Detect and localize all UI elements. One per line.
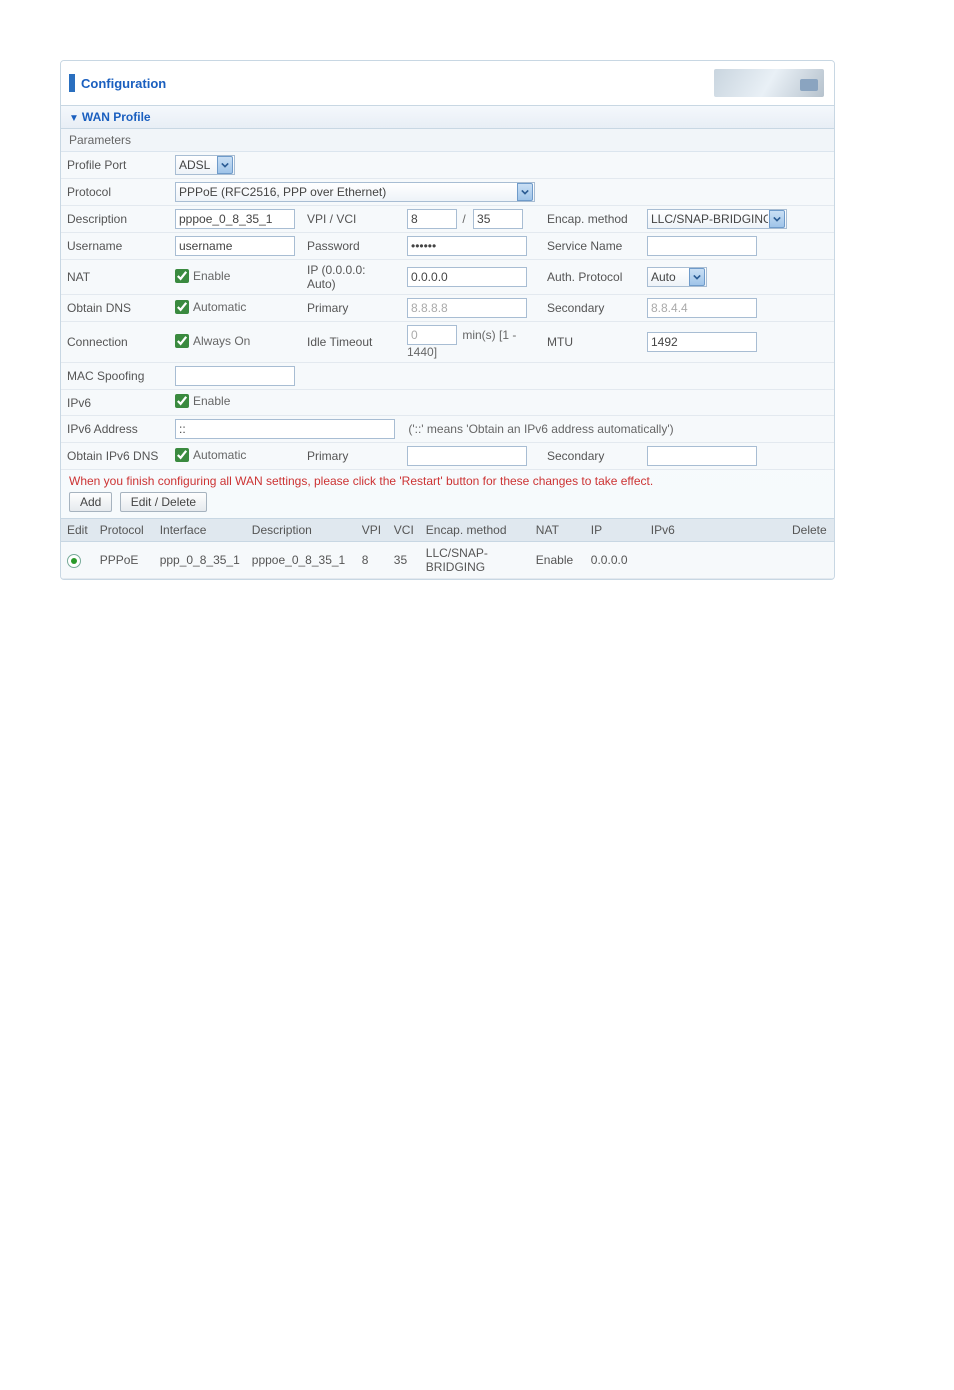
th-description: Description	[246, 519, 356, 542]
password-input[interactable]	[407, 236, 527, 256]
always-on-text: Always On	[193, 334, 250, 348]
ipv6-secondary-input[interactable]	[647, 446, 757, 466]
th-nat: NAT	[530, 519, 585, 542]
auth-protocol-select[interactable]: Auto	[647, 267, 707, 287]
label-connection: Connection	[61, 322, 169, 363]
username-input[interactable]	[175, 236, 295, 256]
th-delete: Delete	[786, 519, 834, 542]
label-service-name: Service Name	[541, 233, 641, 260]
cell-vci: 35	[388, 542, 420, 579]
label-ip-auto: IP (0.0.0.0: Auto)	[301, 260, 401, 295]
label-idle-timeout: Idle Timeout	[301, 322, 401, 363]
label-ipv6: IPv6	[61, 390, 169, 416]
label-mtu: MTU	[541, 322, 641, 363]
edit-delete-button[interactable]: Edit / Delete	[120, 492, 207, 512]
obtain-dns-checkbox[interactable]: Automatic	[175, 300, 246, 314]
label-vpi-vci: VPI / VCI	[301, 206, 401, 233]
panel-title-row: Configuration	[61, 61, 834, 105]
caret-down-icon: ▼	[69, 113, 79, 124]
enable-text: Enable	[193, 269, 230, 283]
wan-list-table: Edit Protocol Interface Description VPI …	[61, 518, 834, 579]
mtu-input[interactable]	[647, 332, 757, 352]
label-ipv6-address: IPv6 Address	[61, 416, 169, 443]
profile-port-select-wrap[interactable]: ADSL	[175, 155, 233, 175]
th-edit: Edit	[61, 519, 94, 542]
ipv6-address-input[interactable]	[175, 419, 395, 439]
wan-profile-header[interactable]: ▼WAN Profile	[61, 105, 834, 129]
th-ipv6: IPv6	[645, 519, 786, 542]
th-ip: IP	[585, 519, 645, 542]
label-ipv6-secondary: Secondary	[541, 443, 641, 470]
encap-select-wrap[interactable]: LLC/SNAP-BRIDGING	[647, 209, 785, 229]
protocol-select[interactable]: PPPoE (RFC2516, PPP over Ethernet)	[175, 182, 535, 202]
label-auth-protocol: Auth. Protocol	[541, 260, 641, 295]
th-interface: Interface	[154, 519, 246, 542]
label-secondary-dns: Secondary	[541, 295, 641, 322]
label-password: Password	[301, 233, 401, 260]
label-profile-port: Profile Port	[61, 152, 169, 179]
cell-interface: ppp_0_8_35_1	[154, 542, 246, 579]
connection-always-on-checkbox[interactable]: Always On	[175, 334, 250, 348]
label-encap: Encap. method	[541, 206, 641, 233]
ip-input[interactable]	[407, 267, 527, 287]
idle-timeout-input[interactable]	[407, 325, 457, 345]
description-input[interactable]	[175, 209, 295, 229]
cell-nat: Enable	[530, 542, 585, 579]
ipv6-hint: ('::' means 'Obtain an IPv6 address auto…	[408, 422, 673, 436]
header-image	[714, 69, 824, 97]
vpi-input[interactable]	[407, 209, 457, 229]
auth-protocol-select-wrap[interactable]: Auto	[647, 267, 705, 287]
secondary-dns-input[interactable]	[647, 298, 757, 318]
cell-vpi: 8	[356, 542, 388, 579]
cell-ipv6	[645, 542, 786, 579]
label-obtain-dns: Obtain DNS	[61, 295, 169, 322]
profile-port-select[interactable]: ADSL	[175, 155, 235, 175]
label-username: Username	[61, 233, 169, 260]
restart-note: When you finish configuring all WAN sett…	[61, 470, 834, 490]
encap-select[interactable]: LLC/SNAP-BRIDGING	[647, 209, 787, 229]
primary-dns-input[interactable]	[407, 298, 527, 318]
label-mac-spoofing: MAC Spoofing	[61, 363, 169, 390]
cell-encap: LLC/SNAP-BRIDGING	[420, 542, 530, 579]
th-encap: Encap. method	[420, 519, 530, 542]
th-vpi: VPI	[356, 519, 388, 542]
label-obtain-ipv6-dns: Obtain IPv6 DNS	[61, 443, 169, 470]
parameters-form: Profile Port ADSL Protocol PPPo	[61, 152, 834, 470]
table-row: PPPoE ppp_0_8_35_1 pppoe_0_8_35_1 8 35 L…	[61, 542, 834, 579]
label-protocol: Protocol	[61, 179, 169, 206]
edit-radio[interactable]	[67, 554, 81, 568]
cell-description: pppoe_0_8_35_1	[246, 542, 356, 579]
ipv6-primary-input[interactable]	[407, 446, 527, 466]
config-panel: Configuration ▼WAN Profile Parameters Pr…	[60, 60, 835, 580]
section-title: WAN Profile	[82, 110, 151, 124]
cell-protocol: PPPoE	[94, 542, 154, 579]
cell-delete	[786, 542, 834, 579]
th-vci: VCI	[388, 519, 420, 542]
cell-ip: 0.0.0.0	[585, 542, 645, 579]
protocol-select-wrap[interactable]: PPPoE (RFC2516, PPP over Ethernet)	[175, 182, 533, 202]
add-button[interactable]: Add	[69, 492, 112, 512]
ipv6-enable-checkbox[interactable]: Enable	[175, 394, 230, 408]
obtain-ipv6-dns-checkbox[interactable]: Automatic	[175, 448, 246, 462]
label-primary-dns: Primary	[301, 295, 401, 322]
mac-spoofing-input[interactable]	[175, 366, 295, 386]
th-protocol: Protocol	[94, 519, 154, 542]
nat-enable-checkbox[interactable]: Enable	[175, 269, 230, 283]
automatic-text: Automatic	[193, 300, 246, 314]
service-name-input[interactable]	[647, 236, 757, 256]
vci-input[interactable]	[473, 209, 523, 229]
button-row: Add Edit / Delete	[61, 490, 834, 518]
automatic-text: Automatic	[193, 448, 246, 462]
accent-bar	[69, 74, 75, 92]
enable-text: Enable	[193, 394, 230, 408]
label-description: Description	[61, 206, 169, 233]
slash-separator: /	[462, 212, 465, 226]
label-ipv6-primary: Primary	[301, 443, 401, 470]
page-title: Configuration	[81, 76, 166, 91]
label-nat: NAT	[61, 260, 169, 295]
parameters-subhead: Parameters	[61, 129, 834, 152]
